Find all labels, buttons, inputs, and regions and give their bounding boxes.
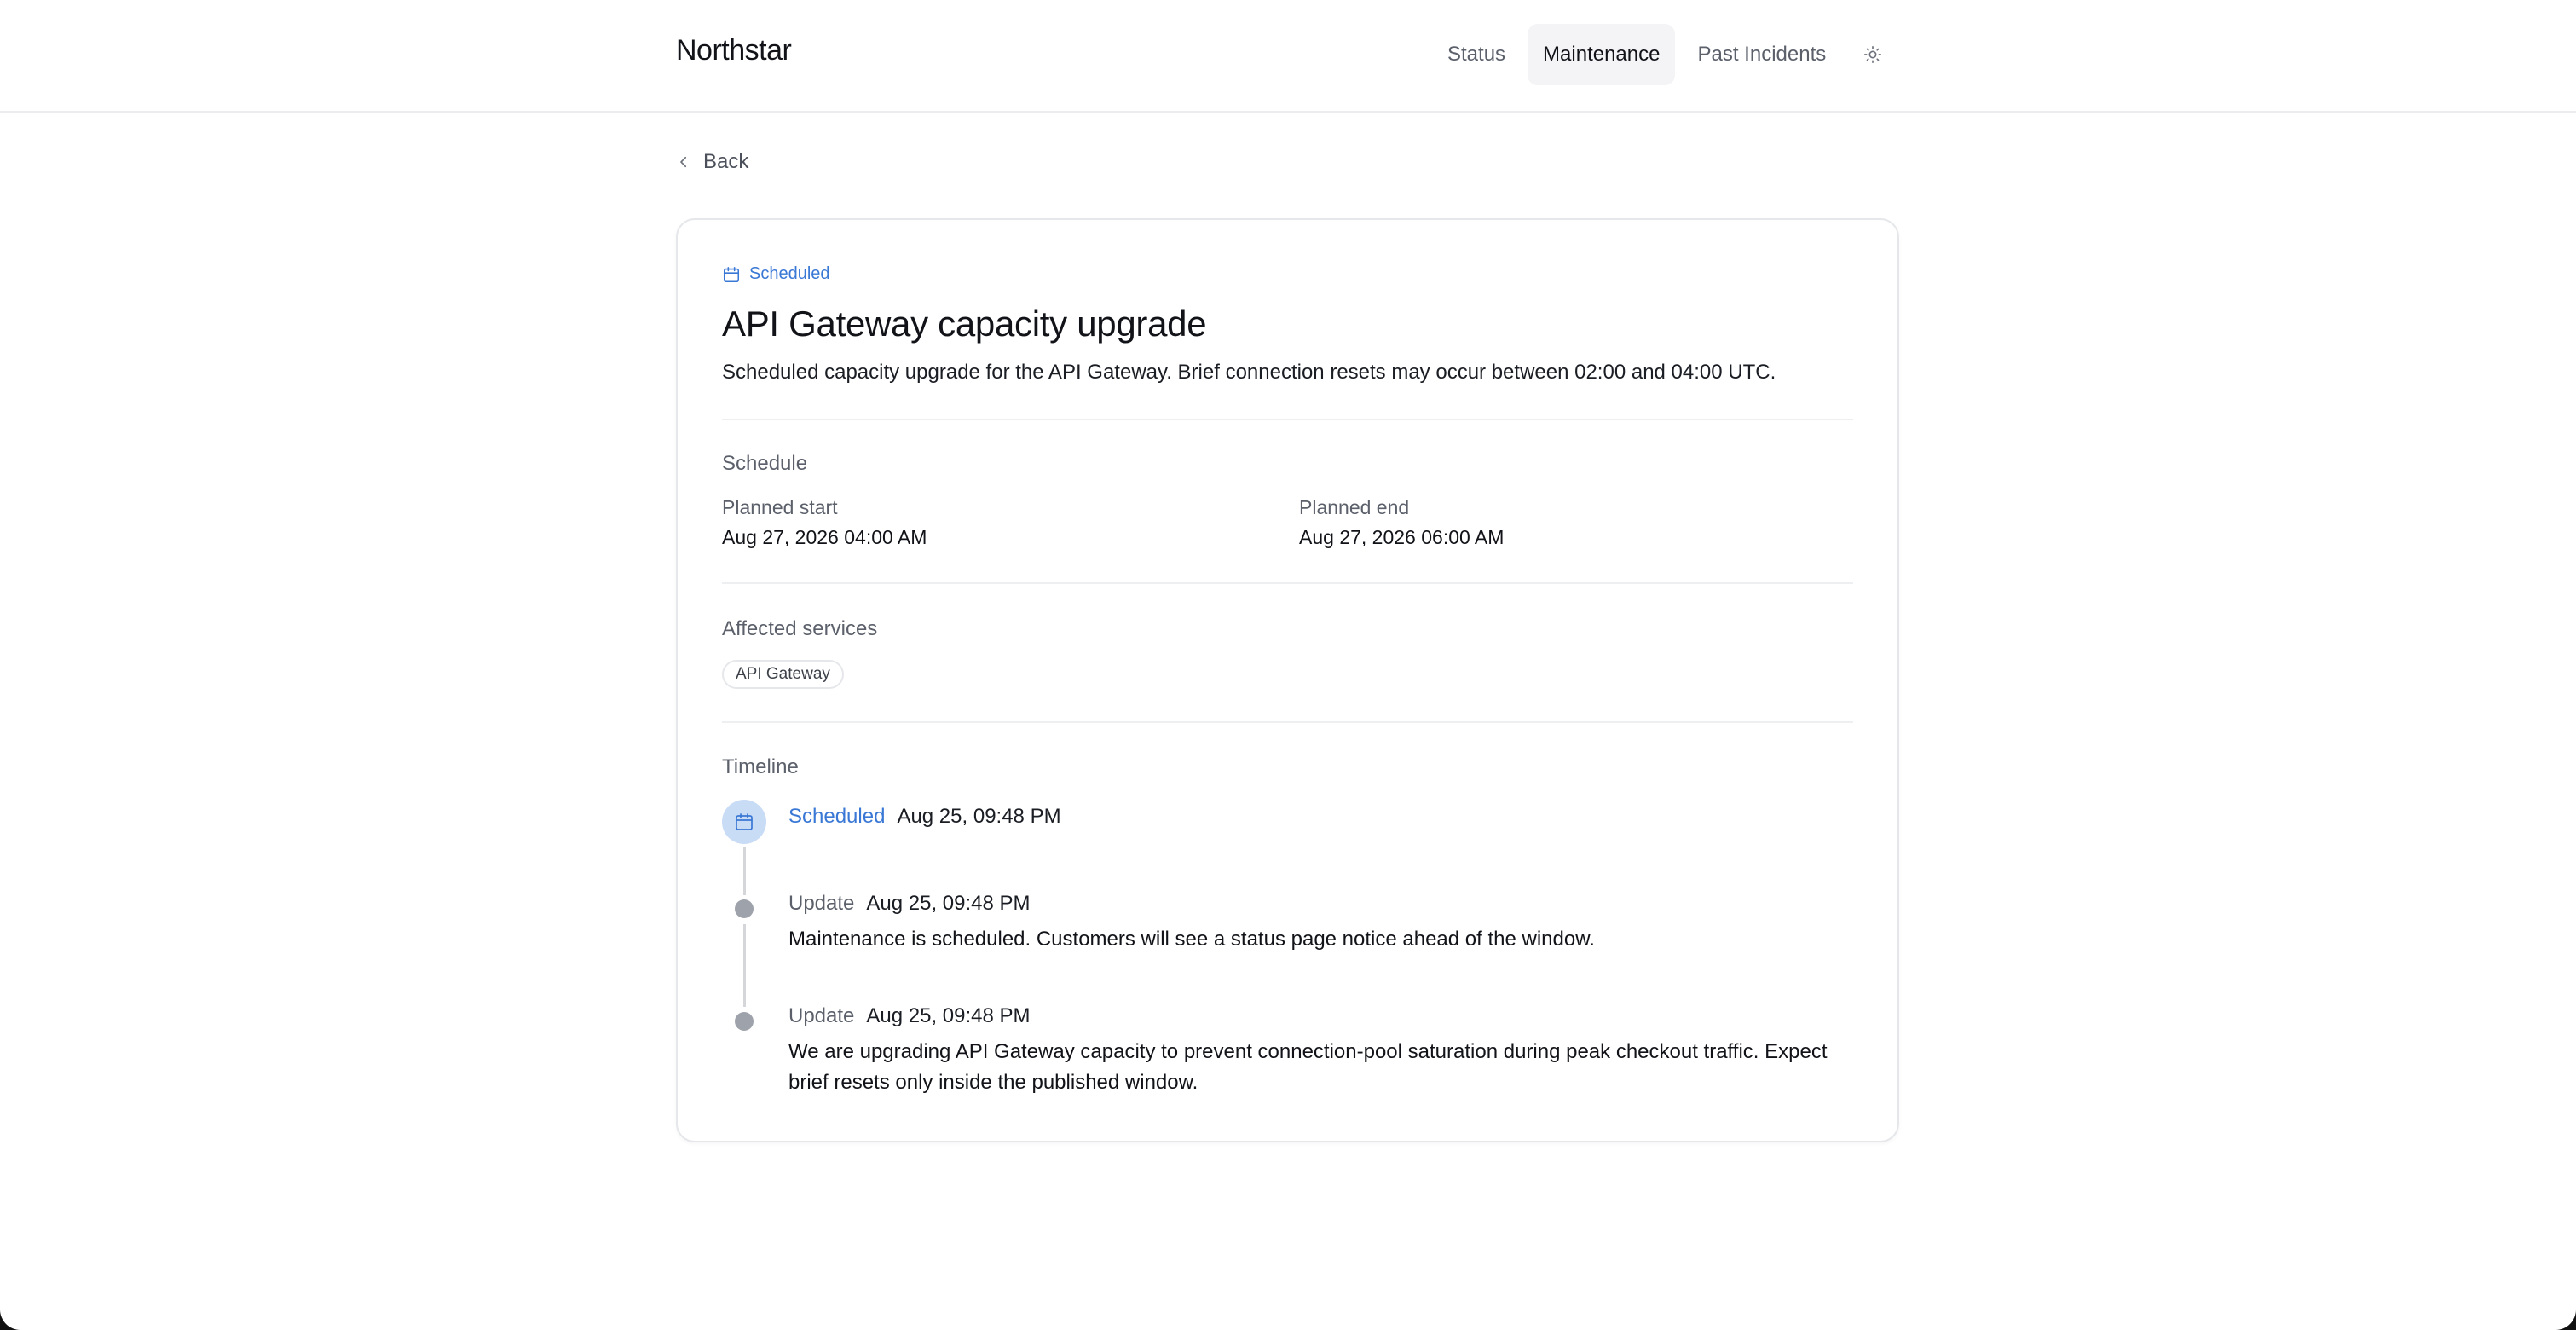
divider — [722, 419, 1853, 420]
window-corner — [2535, 1289, 2576, 1330]
timeline-event-type: Scheduled — [788, 805, 886, 828]
planned-end-value: Aug 27, 2026 06:00 AM — [1299, 526, 1505, 548]
nav-maintenance[interactable]: Maintenance — [1528, 24, 1676, 85]
timeline-event-body-line: We are upgrading API Gateway capacity to… — [788, 1040, 1828, 1063]
maintenance-title: API Gateway capacity upgrade — [722, 304, 1207, 344]
affected-services-list: API Gateway — [722, 660, 1853, 689]
service-chip: API Gateway — [722, 660, 844, 689]
status-label: Scheduled — [749, 264, 830, 283]
main-nav: Status Maintenance Past Incidents — [1432, 24, 1894, 85]
timeline-event-time: Aug 25, 09:48 PM — [897, 805, 1061, 828]
chevron-left-icon — [680, 156, 687, 168]
timeline-event-time: Aug 25, 09:48 PM — [866, 892, 1031, 915]
timeline-event-body: Maintenance is scheduled. Customers will… — [788, 928, 1595, 951]
timeline-event-update-marker — [735, 899, 754, 918]
planned-start-label: Planned start — [722, 496, 838, 518]
timeline-event-type: Update — [788, 892, 855, 915]
maintenance-description: Scheduled capacity upgrade for the API G… — [722, 361, 1776, 384]
planned-end: Planned end Aug 27, 2026 06:00 AM — [1299, 496, 1504, 549]
planned-end-label: Planned end — [1299, 496, 1410, 518]
timeline-event-scheduled-marker — [722, 800, 766, 844]
divider — [722, 582, 1853, 584]
timeline-event-body-line: brief resets only inside the published w… — [788, 1071, 1198, 1094]
back-label: Back — [703, 150, 749, 173]
timeline-heading: Timeline — [722, 755, 799, 778]
timeline-event-update-marker — [735, 1012, 754, 1031]
timeline-event-header: Update Aug 25, 09:48 PM — [788, 1004, 1031, 1028]
schedule-grid: Planned start Aug 27, 2026 04:00 AM Plan… — [722, 496, 1853, 549]
timeline-connector — [743, 924, 746, 1007]
timeline-event-header: Update Aug 25, 09:48 PM — [788, 892, 1031, 916]
window-corner — [0, 1289, 41, 1330]
timeline-event-time: Aug 25, 09:48 PM — [866, 1004, 1031, 1027]
maintenance-card: Scheduled API Gateway capacity upgrade S… — [676, 218, 1899, 1142]
theme-toggle-button[interactable] — [1851, 29, 1894, 80]
timeline-event-body: We are upgrading API Gateway capacity to… — [788, 1037, 1845, 1098]
planned-start: Planned start Aug 27, 2026 04:00 AM — [722, 496, 1299, 549]
calendar-icon — [736, 813, 753, 830]
status-page: Northstar Status Maintenance Past Incide… — [0, 0, 2576, 1330]
nav-status[interactable]: Status — [1432, 24, 1521, 85]
top-navigation-bar: Northstar Status Maintenance Past Incide… — [0, 0, 2576, 113]
nav-past-incidents[interactable]: Past Incidents — [1682, 24, 1841, 85]
timeline-event-type: Update — [788, 1004, 855, 1027]
divider — [722, 721, 1853, 723]
back-link[interactable]: Back — [676, 150, 748, 174]
brand-logo[interactable]: Northstar — [676, 34, 792, 67]
status-badge: Scheduled — [722, 264, 1853, 284]
planned-start-value: Aug 27, 2026 04:00 AM — [722, 526, 927, 548]
sun-icon — [1864, 46, 1882, 63]
affected-services-heading: Affected services — [722, 617, 878, 640]
timeline-event-header: Scheduled Aug 25, 09:48 PM — [788, 805, 1061, 829]
schedule-heading: Schedule — [722, 452, 808, 475]
timeline-connector — [743, 847, 746, 895]
calendar-icon — [723, 266, 740, 282]
